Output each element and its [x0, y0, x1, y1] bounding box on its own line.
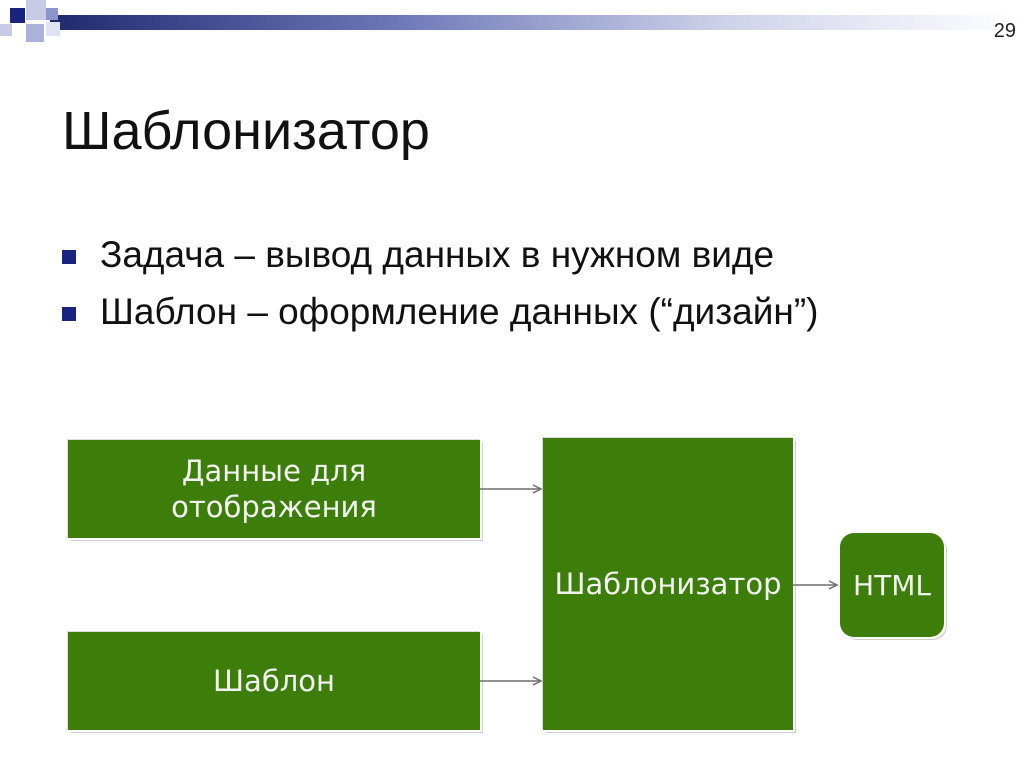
template-box: Шаблон — [68, 632, 480, 730]
arrow-data-to-engine — [480, 484, 543, 494]
bullet-item: Шаблон – оформление данных (“дизайн”) — [62, 289, 982, 334]
header-square-icon — [46, 8, 58, 20]
header-square-icon — [0, 24, 12, 36]
page-number: 29 — [993, 20, 1016, 42]
header-gradient-bar — [50, 15, 1020, 30]
header-square-icon — [10, 8, 25, 23]
header-square-icon — [26, 0, 46, 20]
html-output-box: HTML — [840, 533, 944, 637]
arrow-engine-to-html — [793, 580, 839, 590]
html-output-label: HTML — [853, 568, 931, 602]
engine-box-label: Шаблонизатор — [554, 566, 782, 601]
bullet-text: Задача – вывод данных в нужном виде — [100, 234, 775, 275]
square-bullet-icon — [62, 307, 76, 322]
data-box: Данные для отображения — [68, 440, 480, 538]
template-box-label: Шаблон — [213, 663, 335, 698]
bullet-item: Задача – вывод данных в нужном виде — [62, 232, 982, 277]
arrow-template-to-engine — [480, 676, 543, 686]
data-box-label: Данные для отображения — [171, 453, 377, 524]
square-bullet-icon — [62, 250, 76, 264]
header-square-icon — [46, 22, 60, 36]
slide: 29 Шаблонизатор Задача – вывод данных в … — [0, 0, 1024, 767]
bullet-text: Шаблон – оформление данных (“дизайн”) — [100, 291, 819, 333]
slide-title: Шаблонизатор — [62, 101, 430, 161]
header-square-icon — [26, 24, 44, 42]
engine-box: Шаблонизатор — [543, 438, 793, 730]
bullet-list: Задача – вывод данных в нужном виде Шабл… — [62, 232, 982, 346]
